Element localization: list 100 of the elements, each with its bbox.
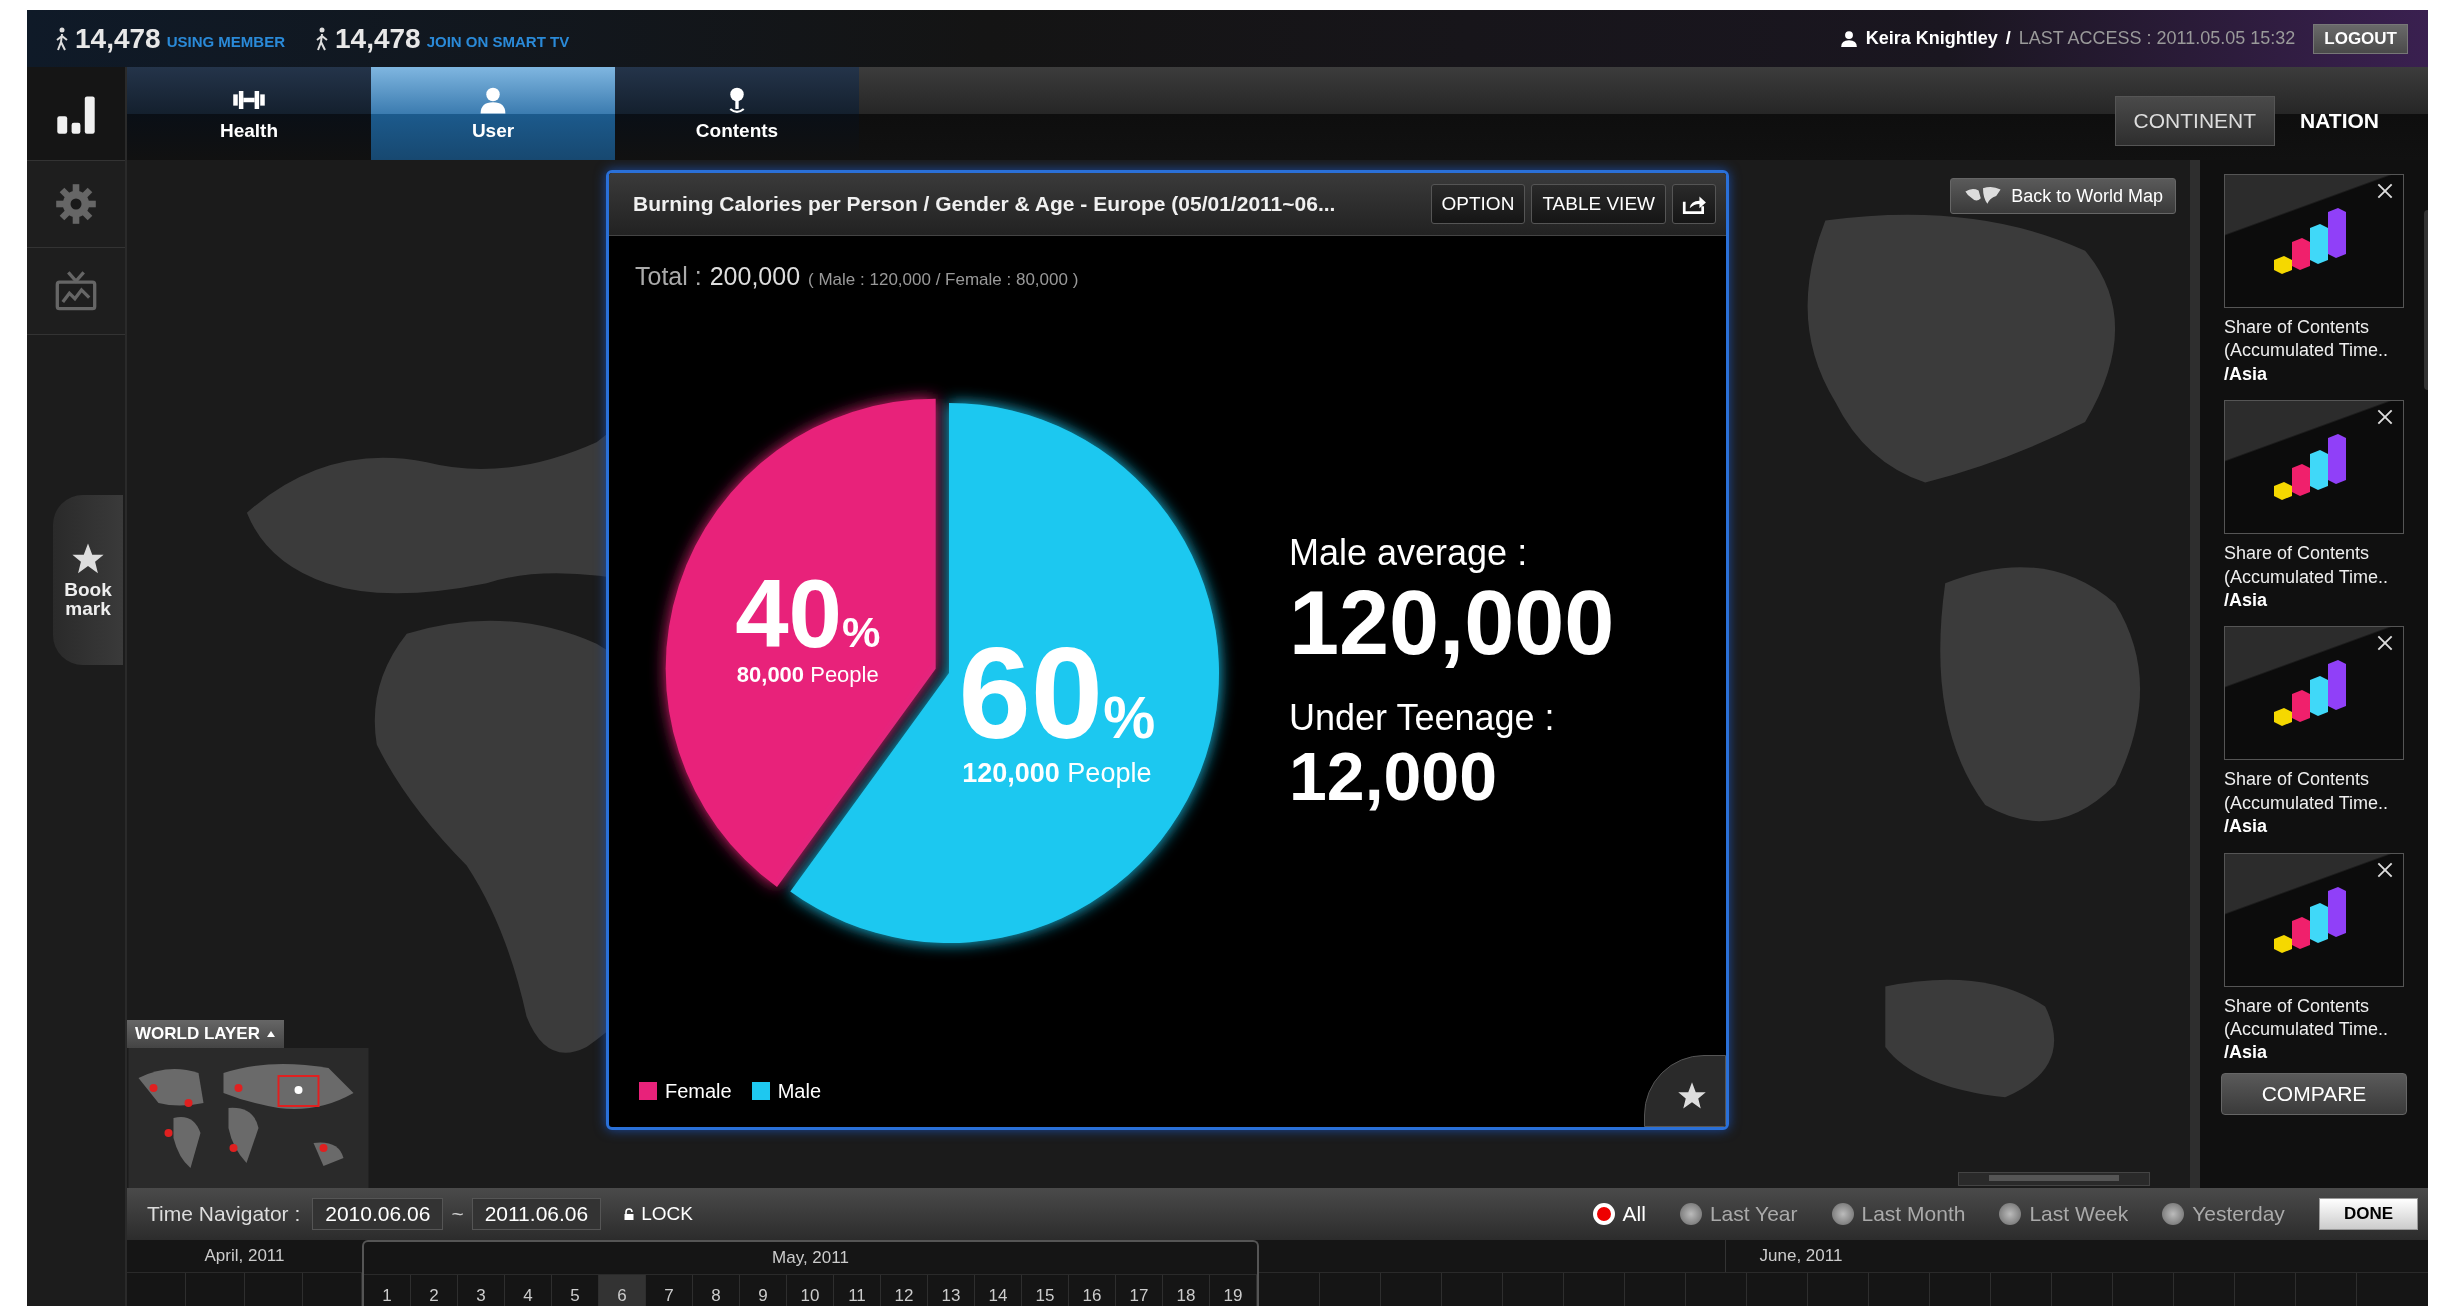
share-icon [1681, 193, 1707, 215]
legend-label: Female [665, 1079, 732, 1103]
dialog-button[interactable]: OPTION [1430, 184, 1526, 224]
logout-button[interactable]: LOGOUT [2313, 23, 2408, 54]
radio-label: Last Week [2029, 1202, 2129, 1226]
range-radio[interactable]: Last Year [1679, 1202, 1798, 1226]
compare-button[interactable]: COMPARE [2221, 1072, 2407, 1115]
stat-count: 14,478 [335, 22, 421, 55]
nav-tab[interactable]: User [371, 67, 615, 160]
walking-person-icon [315, 26, 329, 51]
stat-label: Under Teenage : [1289, 697, 1556, 740]
stat-label: JOIN ON SMART TV [426, 33, 570, 50]
calendar-day[interactable]: 14 [975, 1275, 1022, 1306]
settings-icon [54, 182, 98, 226]
thumbnail-title: Share of Contents (Accumulated Time.. [2224, 994, 2390, 1041]
horizontal-scrollbar[interactable] [1958, 1172, 2150, 1186]
radio-button[interactable] [2162, 1203, 2185, 1225]
month-label: May, 2011 [364, 1242, 1257, 1275]
scope-tab[interactable]: CONTINENT [2114, 95, 2276, 146]
calendar-day[interactable]: 11 [834, 1275, 881, 1306]
chart-thumbnail[interactable] [2224, 852, 2404, 987]
thumbnail-region: /Asia [2224, 362, 2269, 386]
dialog-button[interactable]: TABLE VIEW [1531, 184, 1666, 224]
stat-count: 14,478 [75, 22, 161, 55]
user-icon [1839, 29, 1858, 48]
radio-button[interactable] [1831, 1203, 1854, 1225]
radio-label: Last Year [1709, 1202, 1798, 1226]
calendar-day[interactable]: 6 [599, 1275, 646, 1306]
range-radio[interactable]: Last Month [1831, 1202, 1966, 1226]
range-radio[interactable]: All [1592, 1202, 1646, 1226]
bookmark-tab[interactable]: Book mark [53, 495, 123, 665]
calendar-day[interactable]: 13 [928, 1275, 975, 1306]
calendar-day[interactable]: 17 [1116, 1275, 1163, 1306]
thumbnail-region: /Asia [2224, 815, 2269, 839]
separator: / [2005, 28, 2011, 49]
chart-thumbnail[interactable] [2224, 626, 2404, 761]
calendar-day[interactable]: 1 [364, 1275, 411, 1306]
close-icon[interactable] [2377, 861, 2393, 878]
scope-tab[interactable]: NATION [2281, 95, 2398, 146]
slice-people: 80,000 People [736, 662, 879, 689]
total-label: Total : [635, 262, 702, 291]
stat-label: Male average : [1289, 532, 1529, 575]
date-field[interactable]: 2011.06.06 [471, 1198, 602, 1230]
calendar-day[interactable]: 3 [458, 1275, 505, 1306]
calendar-day[interactable]: 9 [740, 1275, 787, 1306]
lock-button[interactable]: LOCK [617, 1202, 699, 1226]
month-label: April, 2011 [127, 1240, 362, 1273]
thumbnail-title: Share of Contents (Accumulated Time.. [2224, 542, 2390, 589]
caret-icon [266, 1030, 276, 1038]
radio-button[interactable] [1592, 1203, 1615, 1225]
radio-button[interactable] [1999, 1203, 2022, 1225]
done-button[interactable]: DONE [2318, 1198, 2418, 1230]
radio-label: Yesterday [2192, 1202, 2285, 1226]
chart-button[interactable] [27, 67, 125, 161]
radio-button[interactable] [1679, 1203, 1702, 1225]
calendar-day[interactable]: 7 [646, 1275, 693, 1306]
thumbnail-region: /Asia [2224, 588, 2269, 612]
stat-value: 120,000 [1289, 574, 1615, 674]
date-range-selection[interactable]: May, 2011 1 2 3 4 5 6 7 8 9 10 11 12 13 14 15 16 17 18 19 [362, 1240, 1259, 1306]
slice-people: 120,000 People [962, 757, 1152, 789]
dialog-title: Burning Calories per Person / Gender & Age - Europe (05/01/2011~06... [633, 192, 1336, 216]
close-icon[interactable] [2377, 409, 2393, 426]
calendar-day[interactable]: 18 [1163, 1275, 1210, 1306]
calendar-day[interactable]: 10 [787, 1275, 834, 1306]
close-icon[interactable] [2377, 183, 2393, 199]
share-button[interactable] [1672, 184, 1716, 224]
chart-thumbnail[interactable] [2224, 400, 2404, 535]
range-radio[interactable]: Last Week [1999, 1202, 2129, 1226]
thumbnail-title: Share of Contents (Accumulated Time.. [2224, 768, 2390, 815]
total-detail: ( Male : 120,000 / Female : 80,000 ) [808, 270, 1079, 290]
thumbnail-title: Share of Contents (Accumulated Time.. [2224, 316, 2390, 363]
tv-icon [54, 269, 98, 313]
calendar-day[interactable]: 8 [693, 1275, 740, 1306]
calendar-day[interactable]: 2 [411, 1275, 458, 1306]
star-icon [71, 542, 105, 576]
close-icon[interactable] [2377, 635, 2393, 652]
calendar-day[interactable]: 4 [505, 1275, 552, 1306]
last-access: LAST ACCESS : 2011.05.05 15:32 [2018, 28, 2296, 49]
stat-label: USING MEMBER [166, 33, 285, 50]
world-layer-tab[interactable]: WORLD LAYER [127, 1020, 284, 1048]
user-name: Keira Knightley [1865, 28, 1998, 49]
calendar-day[interactable]: 16 [1069, 1275, 1116, 1306]
time-navigator-label: Time Navigator : [147, 1202, 301, 1226]
separator: ~ [451, 1202, 464, 1226]
star-icon [1677, 1081, 1707, 1111]
chart-thumbnail[interactable] [2224, 174, 2404, 308]
calendar-day[interactable]: 19 [1210, 1275, 1257, 1306]
favorite-button[interactable] [1644, 1055, 1726, 1127]
slice-percent: 40% [735, 566, 881, 663]
stat-value: 12,000 [1289, 739, 1498, 814]
radio-label: All [1622, 1202, 1646, 1226]
walking-person-icon [55, 26, 69, 51]
range-radio[interactable]: Yesterday [2162, 1202, 2285, 1226]
legend-label: Male [777, 1079, 822, 1103]
radio-label: Last Month [1861, 1202, 1966, 1226]
calendar-day[interactable]: 15 [1022, 1275, 1069, 1306]
date-field[interactable]: 2010.06.06 [312, 1198, 444, 1230]
back-to-world-map-button[interactable]: Back to World Map [1950, 178, 2176, 214]
thumbnail-region: /Asia [2224, 1041, 2269, 1065]
calendar-day[interactable]: 12 [881, 1275, 928, 1306]
